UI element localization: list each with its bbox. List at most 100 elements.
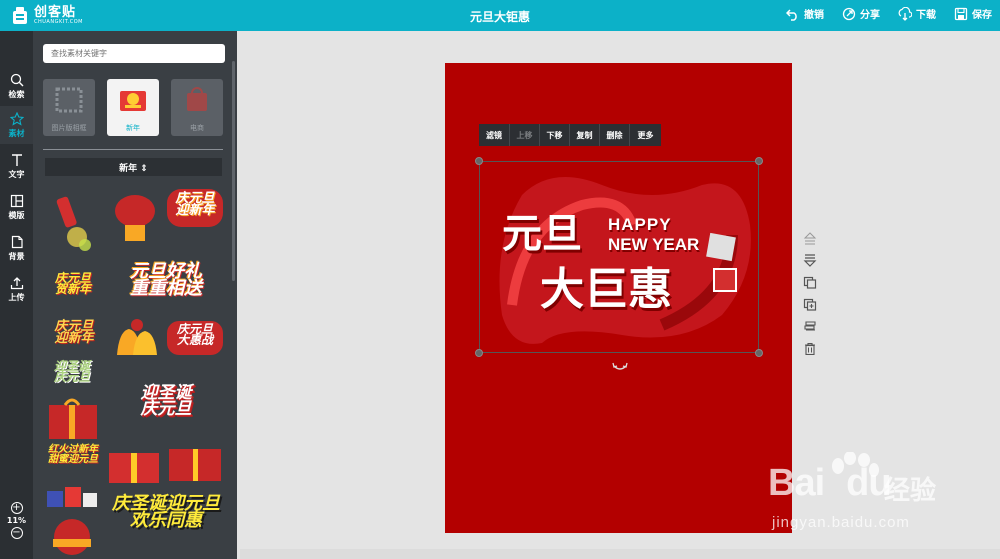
sticker-grid: 庆元旦 迎新年 元旦好礼 重重相送 庆元旦 贺新年 庆元旦 迎新年 庆元旦 大惠… <box>33 181 237 559</box>
template-icon <box>10 194 23 207</box>
save-button[interactable]: 保存 <box>954 6 992 21</box>
sticker-gift-promo[interactable]: 元旦好礼 重重相送 <box>107 263 225 307</box>
top-actions: 撤销 分享 下载 保存 <box>786 6 992 21</box>
shopping-bag-icon <box>187 87 207 111</box>
sticker-greet-new-year[interactable]: 庆元旦 贺新年 <box>45 272 101 311</box>
rail-label: 模版 <box>8 210 25 220</box>
download-button[interactable]: 下载 <box>898 6 936 21</box>
share-label: 分享 <box>860 10 880 21</box>
move-down-button[interactable]: 下移 <box>540 124 570 146</box>
watermark-url: jingyan.baidu.com <box>772 514 910 531</box>
filter-button[interactable]: 滤镜 <box>479 124 510 146</box>
top-bar: 创客贴 CHUANGKIT.COM 元旦大钜惠 撤销 分享 下载 保存 <box>0 0 1000 31</box>
small-gifts-sticker[interactable] <box>43 483 101 509</box>
new-year-category-icon <box>120 91 146 111</box>
share-icon <box>842 7 856 20</box>
layer-side-tools <box>803 232 817 355</box>
watermark-brand-bai: Bai <box>768 462 825 504</box>
add-copy-icon[interactable] <box>803 298 817 311</box>
rail-item-materials[interactable]: 素材 <box>0 106 33 144</box>
baidu-jingyan-watermark: Bai du 经验 jingyan.baidu.com <box>766 452 1000 542</box>
materials-search-input[interactable] <box>43 44 225 63</box>
star-icon <box>9 111 24 126</box>
category-photo-frame[interactable]: 图片版相框 <box>43 79 95 136</box>
rotate-handle-icon[interactable] <box>612 362 628 374</box>
text-icon <box>11 153 22 166</box>
download-label: 下载 <box>916 10 936 21</box>
resize-handle-top-right[interactable] <box>755 157 763 165</box>
element-context-toolbar: 滤镜 上移 下移 复制 删除 更多 <box>479 124 661 146</box>
rail-label: 检索 <box>8 89 25 99</box>
golden-ornament-sticker[interactable] <box>43 513 101 557</box>
undo-label: 撤销 <box>804 10 824 21</box>
logo-name: 创客贴 <box>34 4 77 20</box>
materials-panel: 图片版相框 新年 电商 新年 ⇕ 庆元旦 迎新年 元旦好礼 重重相送 庆元旦 贺… <box>33 31 237 559</box>
send-backward-icon[interactable] <box>803 254 817 267</box>
move-up-button[interactable]: 上移 <box>510 124 540 146</box>
zoom-control: + 11% − <box>0 502 33 539</box>
red-gift-box-sticker[interactable] <box>45 397 101 441</box>
red-present-sticker[interactable] <box>167 443 223 483</box>
category-row: 图片版相框 新年 电商 <box>43 79 225 136</box>
rail-item-search[interactable]: 检索 <box>0 67 33 105</box>
sticker-christmas-new-year-green[interactable]: 迎圣诞 庆元旦 <box>43 360 101 395</box>
sticker-celebrate-new-year[interactable]: 庆元旦 迎新年 <box>167 189 223 227</box>
share-button[interactable]: 分享 <box>842 6 880 21</box>
zoom-level: 11% <box>6 516 27 525</box>
copy-icon[interactable] <box>803 276 817 289</box>
rail-item-text[interactable]: 文字 <box>0 147 33 185</box>
rail-item-templates[interactable]: 模版 <box>0 188 33 226</box>
category-label: 电商 <box>190 124 204 132</box>
photo-frame-icon <box>55 87 83 113</box>
resize-handle-bottom-left[interactable] <box>475 349 483 357</box>
gift-box-stack-sticker[interactable] <box>107 443 161 485</box>
left-rail: 检索 素材 文字 模版 背景 上传 + 11% − <box>0 31 33 559</box>
zoom-in-button[interactable]: + <box>10 502 23 514</box>
rail-label: 上传 <box>8 292 25 302</box>
app-logo[interactable]: 创客贴 CHUANGKIT.COM <box>10 4 83 26</box>
logo-icon <box>13 7 27 24</box>
sticker-happy-sale[interactable]: 庆圣诞迎元旦 欢乐同惠 <box>107 495 225 555</box>
rail-label: 素材 <box>8 128 25 138</box>
rail-label: 背景 <box>8 251 25 261</box>
logo-subtitle: CHUANGKIT.COM <box>34 18 83 25</box>
delete-button[interactable]: 删除 <box>600 124 630 146</box>
rail-item-upload[interactable]: 上传 <box>0 270 33 308</box>
zoom-out-button[interactable]: − <box>10 527 23 539</box>
red-lantern-sticker[interactable] <box>109 189 159 249</box>
subcategory-dropdown[interactable]: 新年 ⇕ <box>45 158 222 176</box>
category-new-year[interactable]: 新年 <box>107 79 159 136</box>
download-icon <box>898 6 912 21</box>
sticker-christmas-new-year-red[interactable]: 迎圣诞 庆元旦 <box>113 385 219 435</box>
stack-layers-icon[interactable] <box>803 320 817 333</box>
selection-box <box>479 161 759 353</box>
bring-forward-icon[interactable] <box>803 232 817 245</box>
sticker-big-sale[interactable]: 庆元旦 大惠战 <box>167 321 223 355</box>
save-label: 保存 <box>972 10 992 21</box>
category-label: 新年 <box>126 124 140 132</box>
background-icon <box>11 235 23 248</box>
trash-icon[interactable] <box>803 342 817 355</box>
firecracker-sticker[interactable] <box>47 193 97 255</box>
duplicate-button[interactable]: 复制 <box>570 124 600 146</box>
resize-handle-bottom-right[interactable] <box>755 349 763 357</box>
category-ecommerce[interactable]: 电商 <box>171 79 223 136</box>
golden-bells-sticker[interactable] <box>107 315 163 363</box>
category-label: 图片版相框 <box>51 124 87 132</box>
panel-divider <box>43 149 223 150</box>
search-icon <box>10 73 23 86</box>
save-icon <box>954 7 968 20</box>
canvas-bottom-strip <box>240 549 1000 559</box>
rail-label: 文字 <box>8 169 25 179</box>
upload-icon <box>10 276 23 289</box>
more-button[interactable]: 更多 <box>630 124 661 146</box>
resize-handle-top-left[interactable] <box>475 157 483 165</box>
watermark-brand: Bai du <box>768 462 892 505</box>
document-title[interactable]: 元旦大钜惠 <box>470 10 530 24</box>
rail-item-background[interactable]: 背景 <box>0 229 33 267</box>
sticker-welcome-new-year[interactable]: 庆元旦 迎新年 <box>45 320 103 355</box>
watermark-jingyan: 经验 <box>884 476 937 506</box>
undo-button[interactable]: 撤销 <box>786 6 824 21</box>
undo-icon <box>786 8 797 21</box>
sticker-festive-sweet[interactable]: 红火过新年 甜蜜迎元旦 <box>43 445 103 479</box>
